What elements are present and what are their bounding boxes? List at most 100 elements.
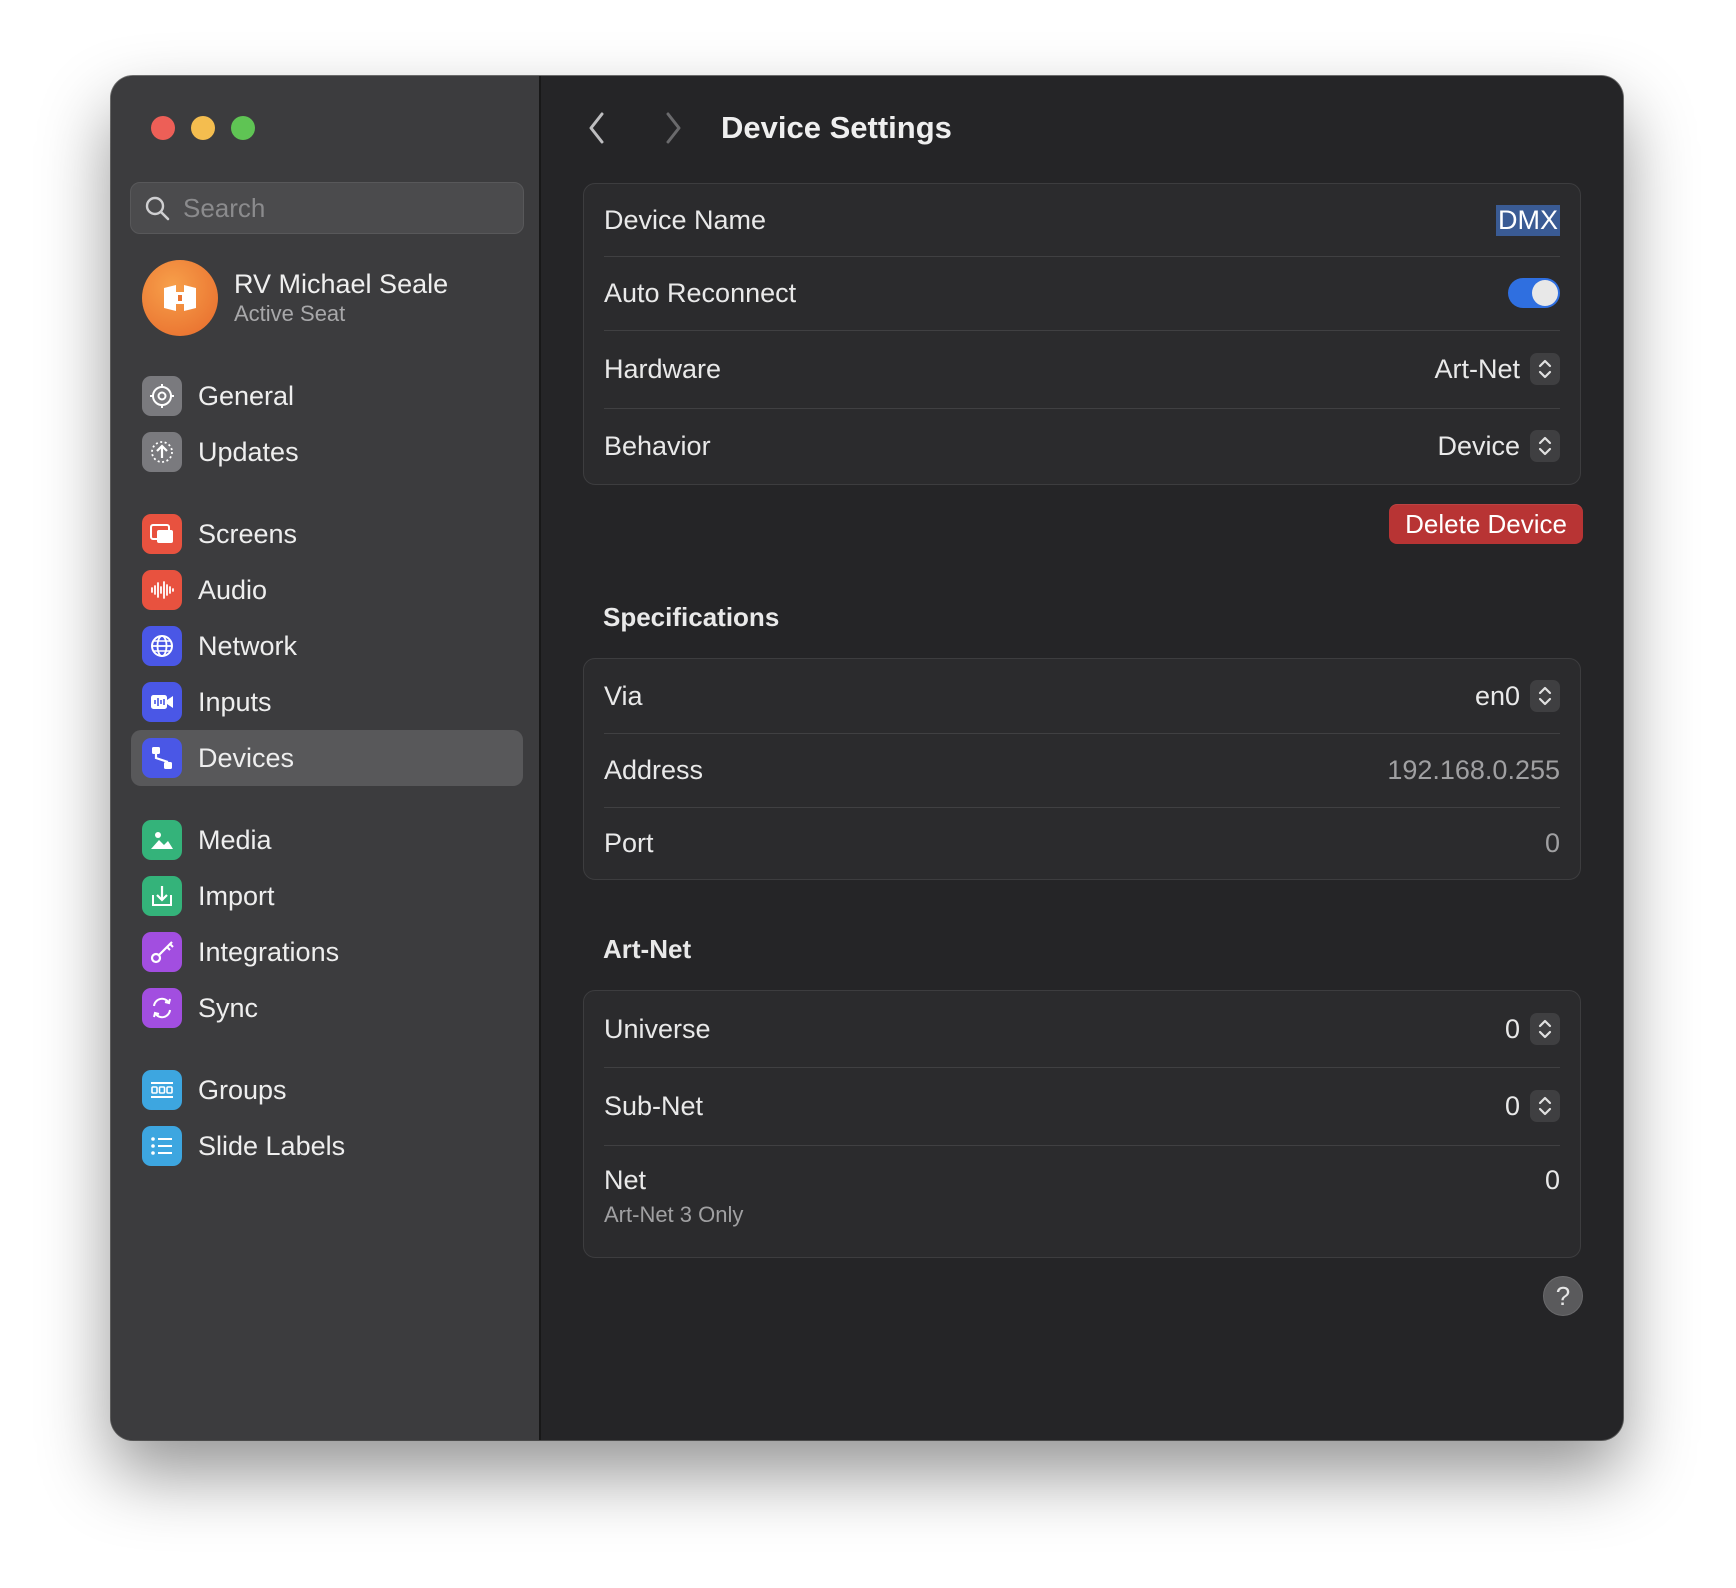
chevron-up-down-icon[interactable]: [1530, 1090, 1560, 1122]
video-input-icon: [142, 682, 182, 722]
net-row: Net Art-Net 3 Only 0: [584, 1145, 1580, 1257]
sidebar-item-screens[interactable]: Screens: [131, 506, 523, 562]
sidebar-item-integrations[interactable]: Integrations: [131, 924, 523, 980]
sidebar-item-slide-labels[interactable]: Slide Labels: [131, 1118, 523, 1174]
sidebar-item-devices[interactable]: Devices: [131, 730, 523, 786]
key-icon: [142, 932, 182, 972]
device-name-field[interactable]: DMX: [1496, 204, 1560, 236]
hardware-value: Art-Net: [1434, 353, 1520, 384]
minimize-window-button[interactable]: [191, 116, 215, 140]
address-field[interactable]: 192.168.0.255: [1387, 755, 1560, 786]
address-label: Address: [604, 754, 704, 785]
import-icon: [142, 876, 182, 916]
hardware-label: Hardware: [604, 353, 722, 384]
subnet-label: Sub-Net: [604, 1090, 704, 1121]
update-arrow-icon: [142, 432, 182, 472]
sidebar-item-label: Slide Labels: [198, 1130, 346, 1161]
via-row: Via en0: [584, 659, 1580, 733]
net-note: Art-Net 3 Only: [604, 1202, 744, 1227]
forward-button[interactable]: [653, 106, 693, 150]
list-icon: [142, 1126, 182, 1166]
toolbar: Device Settings: [577, 106, 952, 150]
devices-icon: [142, 738, 182, 778]
sync-icon: [142, 988, 182, 1028]
net-field[interactable]: 0: [1545, 1165, 1560, 1196]
main-pane: Device Settings Device Name DMX Auto Rec…: [541, 76, 1623, 1440]
sidebar-item-label: General: [198, 380, 295, 411]
behavior-value: Device: [1437, 430, 1520, 461]
hardware-row: Hardware Art-Net: [584, 330, 1580, 408]
zoom-window-button[interactable]: [231, 116, 255, 140]
sidebar-nav: General Updates Screens Audio Network In…: [131, 368, 523, 1174]
groups-icon: [142, 1070, 182, 1110]
hardware-popup[interactable]: Art-Net: [1434, 353, 1560, 385]
sidebar-item-label: Groups: [198, 1074, 287, 1105]
sidebar-item-media[interactable]: Media: [131, 812, 523, 868]
back-button[interactable]: [577, 106, 617, 150]
auto-reconnect-row: Auto Reconnect: [584, 256, 1580, 330]
chevron-up-down-icon: [1530, 680, 1560, 712]
sidebar-item-label: Media: [198, 824, 272, 855]
close-window-button[interactable]: [151, 116, 175, 140]
chevron-up-down-icon: [1530, 353, 1560, 385]
chevron-up-down-icon[interactable]: [1530, 1013, 1560, 1045]
waveform-icon: [142, 570, 182, 610]
delete-device-button[interactable]: Delete Device: [1389, 504, 1583, 544]
sidebar-item-label: Audio: [198, 574, 268, 605]
subnet-stepper[interactable]: 0: [1505, 1090, 1560, 1122]
sidebar-item-label: Screens: [198, 518, 298, 549]
sidebar-item-groups[interactable]: Groups: [131, 1062, 523, 1118]
sidebar: RV Michael Seale Active Seat General Upd…: [111, 76, 541, 1440]
chevron-up-down-icon: [1530, 430, 1560, 462]
port-row: Port 0: [584, 807, 1580, 879]
sidebar-item-audio[interactable]: Audio: [131, 562, 523, 618]
sidebar-item-label: Devices: [198, 742, 295, 773]
sidebar-item-sync[interactable]: Sync: [131, 980, 523, 1036]
gear-icon: [142, 376, 182, 416]
sidebar-item-label: Inputs: [198, 686, 272, 717]
traffic-lights: [151, 116, 255, 140]
via-popup[interactable]: en0: [1475, 680, 1560, 712]
port-label: Port: [604, 827, 654, 858]
universe-stepper[interactable]: 0: [1505, 1013, 1560, 1045]
avatar: [142, 260, 218, 336]
profile-name: RV Michael Seale: [234, 269, 449, 299]
auto-reconnect-label: Auto Reconnect: [604, 277, 797, 308]
chevron-right-icon: [666, 112, 681, 144]
device-name-value[interactable]: DMX: [1496, 204, 1560, 236]
sidebar-item-updates[interactable]: Updates: [131, 424, 523, 480]
search-field[interactable]: [130, 182, 524, 234]
behavior-popup[interactable]: Device: [1437, 430, 1560, 462]
universe-label: Universe: [604, 1013, 711, 1044]
account-profile[interactable]: RV Michael Seale Active Seat: [142, 260, 448, 336]
photo-icon: [142, 820, 182, 860]
sidebar-item-network[interactable]: Network: [131, 618, 523, 674]
sidebar-item-label: Import: [198, 880, 275, 911]
sidebar-item-inputs[interactable]: Inputs: [131, 674, 523, 730]
help-button[interactable]: ?: [1543, 1276, 1583, 1316]
net-label: Net: [604, 1165, 647, 1195]
via-value: en0: [1474, 680, 1520, 711]
search-input[interactable]: [181, 191, 505, 225]
device-name-row: Device Name DMX: [584, 184, 1580, 256]
auto-reconnect-toggle[interactable]: [1508, 278, 1560, 308]
search-icon: [145, 196, 170, 221]
behavior-row: Behavior Device: [584, 408, 1580, 484]
address-row: Address 192.168.0.255: [584, 733, 1580, 807]
screens-icon: [142, 514, 182, 554]
page-title: Device Settings: [721, 110, 952, 145]
specifications-card: Via en0 Address 192.168.0.255 Port 0: [583, 658, 1581, 880]
sidebar-item-label: Updates: [198, 436, 299, 467]
sidebar-item-general[interactable]: General: [131, 368, 523, 424]
sidebar-item-import[interactable]: Import: [131, 868, 523, 924]
universe-row: Universe 0: [584, 991, 1580, 1067]
device-card: Device Name DMX Auto Reconnect Hardware …: [583, 183, 1581, 485]
universe-value: 0: [1504, 1013, 1520, 1044]
behavior-label: Behavior: [604, 430, 711, 461]
sidebar-item-label: Integrations: [198, 936, 340, 967]
specifications-heading: Specifications: [603, 602, 780, 632]
chevron-left-icon: [589, 112, 604, 144]
globe-icon: [142, 626, 182, 666]
port-field[interactable]: 0: [1545, 828, 1560, 859]
artnet-heading: Art-Net: [603, 934, 692, 964]
